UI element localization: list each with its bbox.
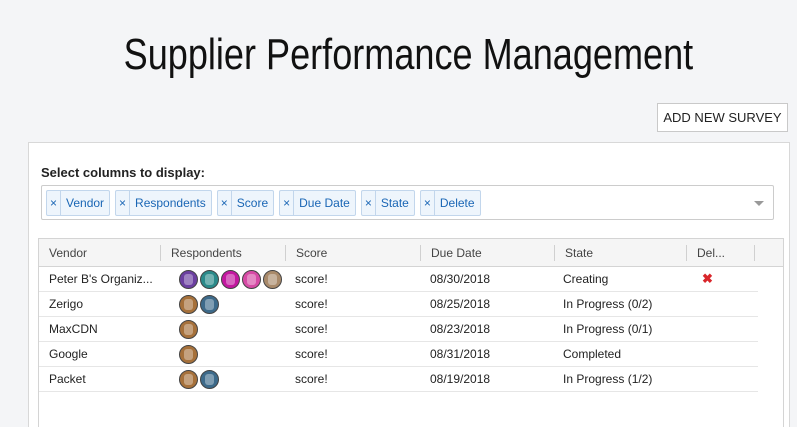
avatar[interactable]: [179, 344, 198, 364]
chip-label: Delete: [439, 195, 475, 210]
add-new-survey-button[interactable]: ADD NEW SURVEY: [657, 103, 788, 132]
vendor-cell: Peter B's Organiz...: [49, 272, 153, 286]
column-header-due-date[interactable]: Due Date: [421, 239, 555, 266]
column-header-state[interactable]: State: [555, 239, 687, 266]
due-date-cell: 08/30/2018: [430, 272, 491, 286]
due-date-cell: 08/19/2018: [430, 372, 491, 386]
survey-table: Vendor Respondents Score Due Date State …: [38, 238, 784, 427]
delete-cell: [686, 367, 758, 391]
due-date-cell: 08/23/2018: [430, 322, 491, 336]
avatar[interactable]: [179, 294, 198, 314]
state-cell: In Progress (1/2): [563, 372, 653, 386]
avatar[interactable]: [200, 269, 219, 289]
chevron-down-icon[interactable]: [754, 201, 764, 206]
blue-robot-icon: [205, 373, 214, 385]
table-row[interactable]: Google score! 08/31/2018 Completed: [39, 342, 758, 367]
score-cell: score!: [295, 372, 328, 386]
column-header-delete[interactable]: Del...: [687, 239, 755, 266]
avatar[interactable]: [242, 269, 261, 289]
dog-photo-icon: [184, 348, 193, 360]
avatar[interactable]: [263, 269, 282, 289]
avatar-group: [179, 269, 282, 289]
avatar[interactable]: [200, 294, 219, 314]
delete-icon[interactable]: ✖: [702, 271, 713, 287]
chip-respondents: × Respondents: [115, 189, 212, 216]
delete-cell: [686, 342, 758, 366]
chip-state: × State: [360, 189, 415, 216]
survey-panel: Select columns to display: × Vendor × Re…: [28, 142, 790, 427]
respondents-cell: [161, 317, 285, 341]
due-date-cell: 08/31/2018: [430, 347, 491, 361]
dog-photo-icon: [184, 323, 193, 335]
state-cell: In Progress (0/1): [563, 322, 653, 336]
score-cell: score!: [295, 297, 328, 311]
pink-robot-icon: [247, 273, 256, 285]
respondents-cell: [161, 367, 285, 391]
chip-vendor: × Vendor: [46, 189, 111, 216]
chip-score: × Score: [216, 189, 275, 216]
table-row[interactable]: Zerigo score! 08/25/2018 In Progress (0/2): [39, 292, 758, 317]
column-header-vendor[interactable]: Vendor: [39, 239, 161, 266]
page-title: Supplier Performance Management: [123, 30, 694, 79]
chip-remove-icon[interactable]: ×: [218, 190, 232, 215]
avatar-group: [179, 369, 219, 389]
person-photo-icon: [268, 273, 277, 285]
chip-label: Due Date: [299, 195, 350, 210]
due-date-cell: 08/25/2018: [430, 297, 491, 311]
avatar-group: [179, 344, 198, 364]
avatar[interactable]: [179, 369, 198, 389]
avatar-group: [179, 294, 219, 314]
chip-label: Respondents: [135, 195, 206, 210]
column-selector-label: Select columns to display:: [41, 165, 205, 180]
table-header: Vendor Respondents Score Due Date State …: [39, 239, 783, 267]
table-row[interactable]: MaxCDN score! 08/23/2018 In Progress (0/1): [39, 317, 758, 342]
avatar[interactable]: [179, 319, 198, 339]
vendor-cell: Zerigo: [49, 297, 84, 311]
chip-remove-icon[interactable]: ×: [280, 190, 295, 215]
avatar[interactable]: [200, 369, 219, 389]
chip-label: State: [380, 195, 409, 210]
chip-remove-icon[interactable]: ×: [362, 190, 376, 215]
avatar[interactable]: [221, 269, 240, 289]
state-cell: In Progress (0/2): [563, 297, 653, 311]
score-cell: score!: [295, 347, 328, 361]
respondents-cell: [161, 267, 285, 291]
score-cell: score!: [295, 272, 328, 286]
table-row[interactable]: Peter B's Organiz... score! 08/30/2018 Crea…: [39, 267, 758, 292]
delete-cell: [686, 317, 758, 341]
blue-robot-icon: [205, 298, 214, 310]
table-body: Peter B's Organiz... score! 08/30/2018 Crea…: [39, 267, 783, 392]
respondents-cell: [161, 292, 285, 316]
state-cell: Completed: [563, 347, 622, 361]
vendor-cell: Google: [49, 347, 88, 361]
chip-label: Score: [236, 195, 269, 210]
column-header-respondents[interactable]: Respondents: [161, 239, 286, 266]
chip-delete: × Delete: [419, 189, 481, 216]
state-cell: Creating: [563, 272, 609, 286]
chip-label: Vendor: [66, 195, 105, 210]
vendor-cell: MaxCDN: [49, 322, 98, 336]
chip-due-date: × Due Date: [279, 189, 356, 216]
chip-remove-icon[interactable]: ×: [116, 190, 131, 215]
table-row[interactable]: Packet score! 08/19/2018 In Progress (1/2): [39, 367, 758, 392]
delete-cell: ✖: [686, 267, 758, 291]
purple-robot-icon: [184, 273, 193, 285]
delete-cell: [686, 292, 758, 316]
avatar-group: [179, 319, 198, 339]
vendor-cell: Packet: [49, 372, 86, 386]
teal-robot-icon: [205, 273, 214, 285]
score-cell: score!: [295, 322, 328, 336]
respondents-cell: [161, 342, 285, 366]
column-multiselect[interactable]: × Vendor × Respondents × Score × Due Dat…: [41, 185, 774, 220]
column-header-score[interactable]: Score: [286, 239, 421, 266]
dog-photo-icon: [184, 373, 193, 385]
magenta-robot-icon: [226, 273, 235, 285]
chip-remove-icon[interactable]: ×: [421, 190, 435, 215]
dog-photo-icon: [184, 298, 193, 310]
avatar[interactable]: [179, 269, 198, 289]
chip-remove-icon[interactable]: ×: [47, 190, 61, 215]
